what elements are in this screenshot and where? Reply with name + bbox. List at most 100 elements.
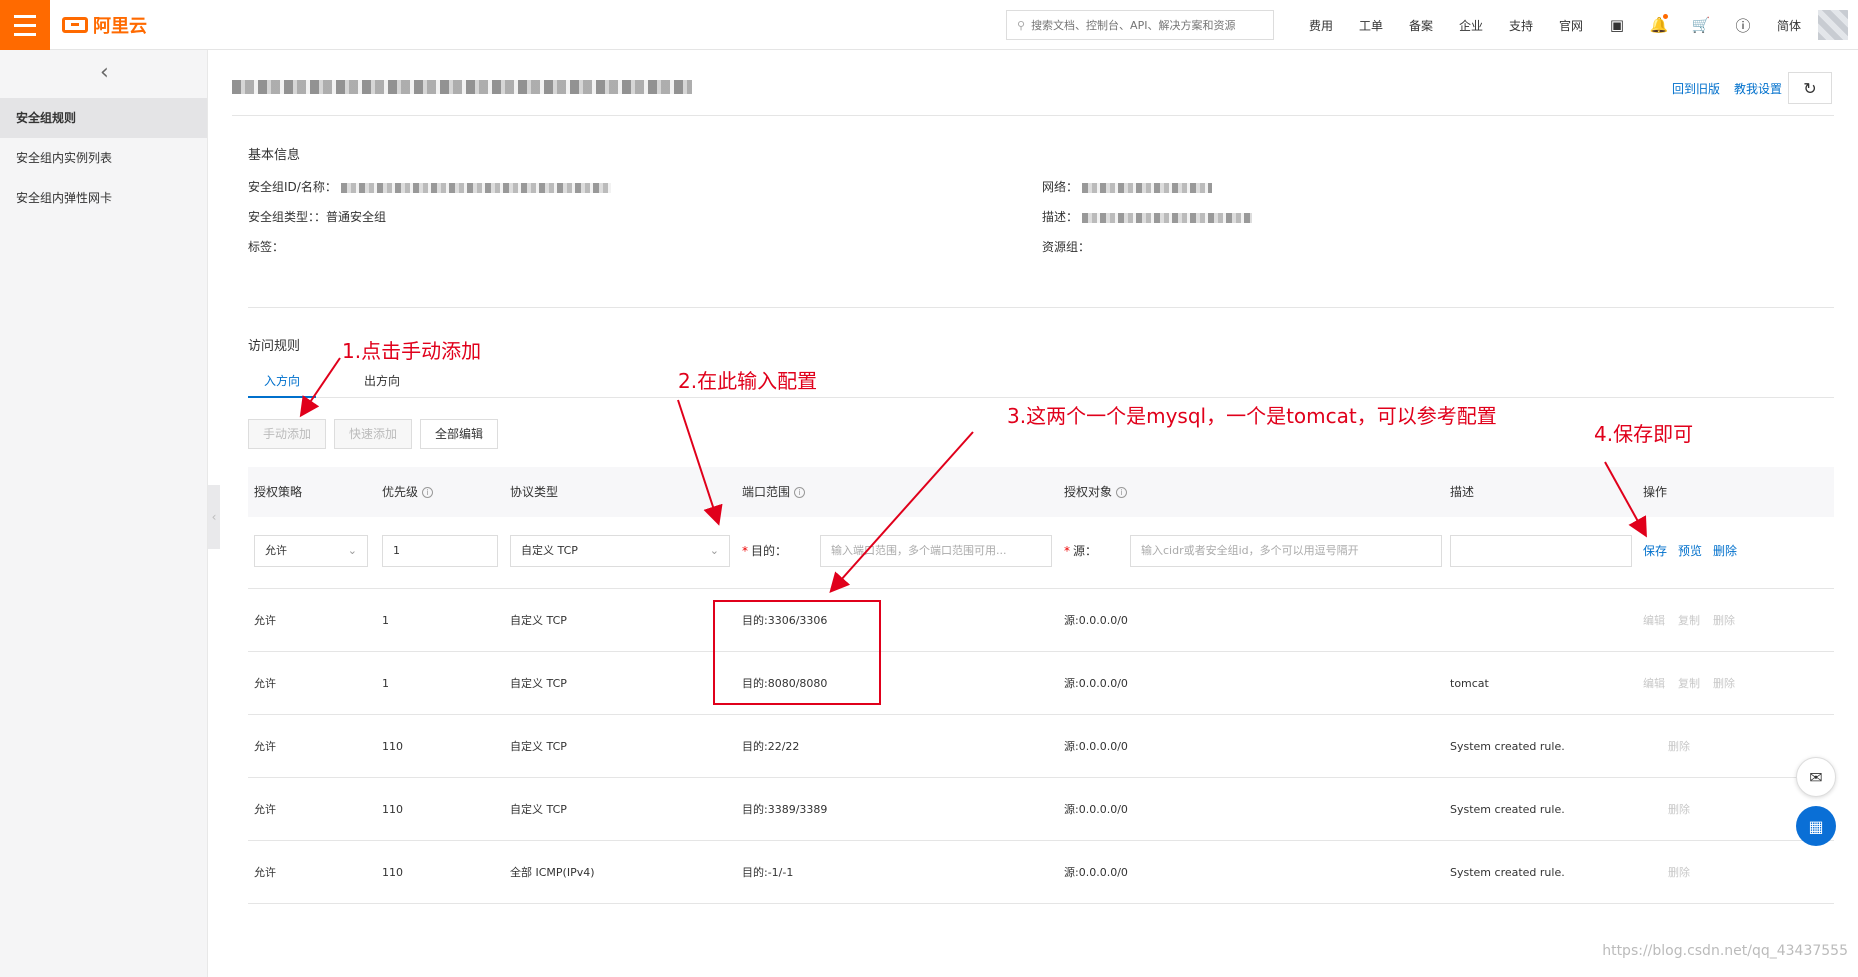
info-id-label: 安全组ID/名称： xyxy=(248,180,337,194)
priority-input[interactable]: 1 xyxy=(382,535,498,567)
cart-icon[interactable]: 🛒 xyxy=(1680,16,1722,34)
info-network-label: 网络： xyxy=(1042,180,1079,194)
terminal-icon[interactable]: ▣ xyxy=(1596,16,1638,34)
search-box[interactable]: ⚲ xyxy=(1006,10,1274,40)
delete-link[interactable]: 删除 xyxy=(1713,535,1737,567)
cell-protocol: 自定义 TCP xyxy=(510,677,567,690)
back-to-old-version-link[interactable]: 回到旧版 xyxy=(1672,80,1720,97)
table-row: 允许 1 自定义 TCP 目的:8080/8080 源:0.0.0.0/0 to… xyxy=(248,652,1834,715)
cell-policy: 允许 xyxy=(254,677,276,690)
info-desc: 描述： xyxy=(1042,208,1252,225)
nav-item-icp[interactable]: 备案 xyxy=(1396,17,1446,34)
edit-link[interactable]: 编辑 xyxy=(1643,589,1665,652)
col-port-label: 端口范围 xyxy=(742,485,791,499)
cell-policy: 允许 xyxy=(254,803,276,816)
cell-priority: 110 xyxy=(382,866,403,879)
col-desc: 描述 xyxy=(1450,485,1475,499)
nav-item-support[interactable]: 支持 xyxy=(1496,17,1546,34)
divider xyxy=(248,307,1834,308)
info-desc-label: 描述： xyxy=(1042,210,1079,224)
delete-link[interactable]: 删除 xyxy=(1713,589,1735,652)
protocol-select[interactable]: 自定义 TCP ⌄ xyxy=(510,535,730,567)
edit-link[interactable]: 编辑 xyxy=(1643,652,1665,715)
dest-label-text: 目的： xyxy=(751,544,788,558)
port-range-input[interactable]: 输入端口范围，多个端口范围可用... xyxy=(820,535,1052,567)
hamburger-icon xyxy=(14,12,36,39)
notification-dot xyxy=(1663,14,1668,19)
cell-policy: 允许 xyxy=(254,740,276,753)
required-marker: * xyxy=(1064,544,1070,558)
table-row: 允许 110 自定义 TCP 目的:22/22 源:0.0.0.0/0 Syst… xyxy=(248,715,1834,778)
apps-icon[interactable]: ▦ xyxy=(1796,806,1836,846)
description-input[interactable] xyxy=(1450,535,1632,567)
save-link[interactable]: 保存 xyxy=(1643,535,1667,567)
basic-info-title: 基本信息 xyxy=(248,148,301,163)
cell-protocol: 全部 ICMP(IPv4) xyxy=(510,866,595,879)
info-type-value: ：普通安全组 xyxy=(314,210,387,224)
rules-title: 访问规则 xyxy=(248,339,301,354)
tab-inbound[interactable]: 入方向 xyxy=(248,368,317,398)
search-input[interactable] xyxy=(1031,18,1262,32)
cell-priority: 110 xyxy=(382,740,403,753)
menu-button[interactable] xyxy=(0,0,50,50)
col-priority-label: 优先级 xyxy=(382,485,419,499)
cell-desc: tomcat xyxy=(1450,677,1489,690)
cell-port: 目的:3389/3389 xyxy=(742,803,828,816)
delete-link[interactable]: 删除 xyxy=(1668,778,1690,841)
sidebar-collapse-handle[interactable]: ‹ xyxy=(208,485,220,549)
delete-link[interactable]: 删除 xyxy=(1668,715,1690,778)
rule-buttons: 手动添加 快速添加 全部编辑 xyxy=(248,419,499,449)
chevron-down-icon: ⌄ xyxy=(347,544,357,557)
info-resgroup: 资源组： xyxy=(1042,238,1090,255)
cell-protocol: 自定义 TCP xyxy=(510,803,567,816)
col-source: 授权对象 i xyxy=(1064,467,1128,517)
chat-icon[interactable]: ✉ xyxy=(1796,757,1836,797)
nav-item-billing[interactable]: 费用 xyxy=(1296,17,1346,34)
nav-item-website[interactable]: 官网 xyxy=(1546,17,1596,34)
nav-item-enterprise[interactable]: 企业 xyxy=(1446,17,1496,34)
manual-add-button[interactable]: 手动添加 xyxy=(248,419,327,449)
direction-tabs: 入方向 出方向 xyxy=(248,368,1834,398)
chevron-down-icon: ⌄ xyxy=(709,544,719,557)
tab-outbound[interactable]: 出方向 xyxy=(348,368,416,398)
sidebar: ‹ 安全组规则 安全组内实例列表 安全组内弹性网卡 xyxy=(0,50,208,977)
delete-link[interactable]: 删除 xyxy=(1713,652,1735,715)
copy-link[interactable]: 复制 xyxy=(1678,589,1700,652)
quick-add-button[interactable]: 快速添加 xyxy=(334,419,413,449)
sidebar-item-instances[interactable]: 安全组内实例列表 xyxy=(0,138,207,178)
aliyun-logo-icon xyxy=(62,17,88,33)
annotation-highlight-box xyxy=(713,600,881,705)
info-id-redacted xyxy=(340,182,611,193)
preview-link[interactable]: 预览 xyxy=(1678,535,1702,567)
cell-priority: 1 xyxy=(382,677,389,690)
help-icon[interactable]: ⓘ xyxy=(1722,15,1764,36)
nav-item-ticket[interactable]: 工单 xyxy=(1346,17,1396,34)
cell-desc: System created rule. xyxy=(1450,866,1565,879)
sidebar-item-eni[interactable]: 安全组内弹性网卡 xyxy=(0,178,207,218)
source-input[interactable]: 输入cidr或者安全组id，多个可以用逗号隔开 xyxy=(1130,535,1442,567)
info-icon[interactable]: i xyxy=(422,487,434,498)
policy-select-value: 允许 xyxy=(265,544,287,557)
info-tag: 标签： xyxy=(248,238,284,255)
cell-source: 源:0.0.0.0/0 xyxy=(1064,803,1128,816)
edit-all-button[interactable]: 全部编辑 xyxy=(420,419,499,449)
refresh-button[interactable]: ↻ xyxy=(1788,72,1832,104)
language-switch[interactable]: 简体 xyxy=(1764,17,1814,34)
table-row: 允许 1 自定义 TCP 目的:3306/3306 源:0.0.0.0/0 编辑… xyxy=(248,589,1834,652)
brand-logo[interactable]: 阿里云 xyxy=(62,13,147,37)
top-bar: 阿里云 ⚲ 费用 工单 备案 企业 支持 官网 ▣ 🔔 🛒 ⓘ 简体 xyxy=(0,0,1858,50)
sidebar-item-rules[interactable]: 安全组规则 xyxy=(0,98,207,138)
col-source-label: 授权对象 xyxy=(1064,485,1113,499)
avatar[interactable] xyxy=(1818,10,1848,40)
annotation-step3: 3.这两个一个是mysql，一个是tomcat，可以参考配置 xyxy=(1007,404,1497,428)
info-network: 网络： xyxy=(1042,178,1212,195)
info-icon[interactable]: i xyxy=(794,487,806,498)
back-chevron-icon[interactable]: ‹ xyxy=(100,60,109,85)
bell-icon[interactable]: 🔔 xyxy=(1638,14,1680,34)
copy-link[interactable]: 复制 xyxy=(1678,652,1700,715)
delete-link[interactable]: 删除 xyxy=(1668,841,1690,904)
info-icon[interactable]: i xyxy=(1116,487,1128,498)
col-actions: 操作 xyxy=(1643,485,1668,499)
teach-me-link[interactable]: 教我设置 xyxy=(1734,80,1782,97)
policy-select[interactable]: 允许 ⌄ xyxy=(254,535,368,567)
